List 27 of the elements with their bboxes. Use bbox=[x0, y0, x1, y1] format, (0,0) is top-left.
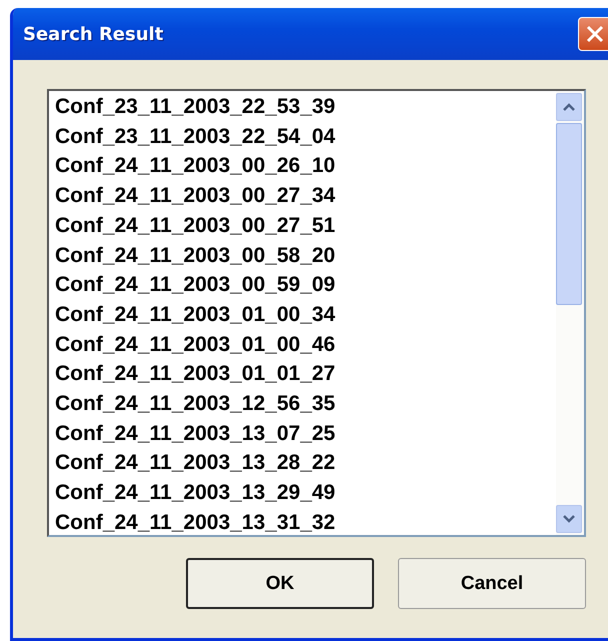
scroll-down-button[interactable] bbox=[556, 505, 582, 533]
chevron-icon bbox=[563, 515, 575, 523]
list-item[interactable]: Conf_24_11_2003_00_58_20 bbox=[55, 240, 556, 270]
scroll-thumb[interactable] bbox=[556, 123, 582, 305]
list-item[interactable]: Conf_24_11_2003_13_31_32 bbox=[55, 508, 556, 535]
list-item[interactable]: Conf_24_11_2003_01_00_46 bbox=[55, 330, 556, 360]
close-button[interactable] bbox=[578, 17, 608, 51]
window-title: Search Result bbox=[23, 24, 164, 44]
close-icon bbox=[586, 25, 604, 43]
dialog-button[interactable]: OK bbox=[186, 558, 374, 609]
results-list[interactable] bbox=[47, 89, 586, 537]
list-item[interactable]: Conf_24_11_2003_00_27_51 bbox=[55, 210, 556, 241]
chevron-icon bbox=[563, 103, 575, 111]
scroll-up-button[interactable] bbox=[556, 93, 582, 121]
list-item[interactable]: Conf_24_11_2003_01_00_34 bbox=[55, 300, 556, 330]
dialog-button[interactable]: Cancel bbox=[398, 558, 586, 609]
list-item[interactable]: Conf_23_11_2003_22_54_04 bbox=[55, 122, 556, 152]
list-item[interactable]: Conf_24_11_2003_12_56_35 bbox=[55, 389, 556, 419]
list-item[interactable]: Conf_24_11_2003_13_28_22 bbox=[55, 448, 556, 478]
list-item[interactable]: Conf_24_11_2003_13_07_25 bbox=[55, 418, 556, 448]
list-item[interactable]: Conf_24_11_2003_13_29_49 bbox=[55, 478, 556, 508]
list-item[interactable]: Conf_24_11_2003_01_01_27 bbox=[55, 359, 556, 390]
scrollbar[interactable] bbox=[556, 91, 584, 535]
list-item[interactable]: Conf_24_11_2003_00_59_09 bbox=[55, 270, 556, 300]
list-item[interactable]: Conf_24_11_2003_00_26_10 bbox=[55, 151, 556, 182]
list-item[interactable]: Conf_24_11_2003_00_27_34 bbox=[55, 181, 556, 211]
list-item[interactable]: Conf_23_11_2003_22_53_39 bbox=[55, 92, 556, 122]
